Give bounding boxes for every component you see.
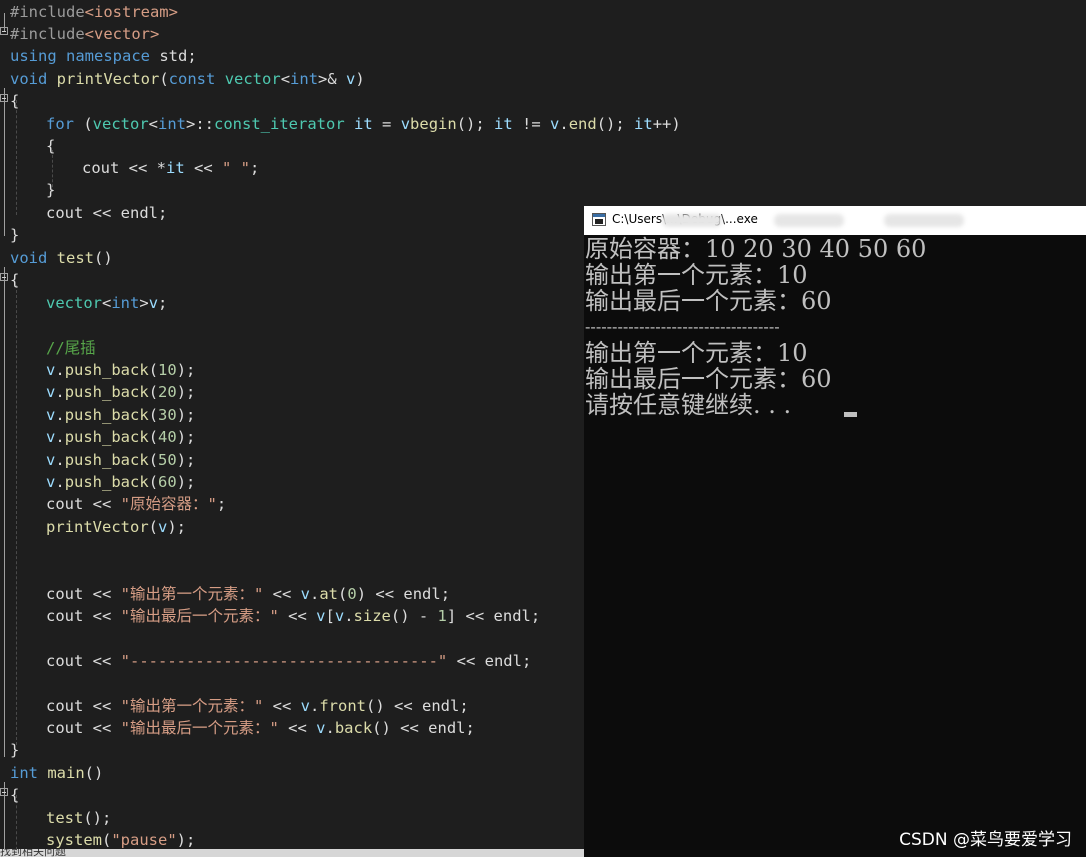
code-line[interactable]: #include<vector> bbox=[0, 23, 159, 45]
code-line[interactable]: { bbox=[0, 784, 37, 806]
code-line[interactable]: cout << "输出第一个元素：" << v.front() << endl; bbox=[0, 695, 469, 717]
code-line[interactable]: cout << endl; bbox=[0, 202, 167, 224]
code-line[interactable]: } bbox=[0, 224, 37, 246]
console-line: 原始容器：10 20 30 40 50 60 bbox=[585, 235, 927, 263]
code-line[interactable]: void printVector(const vector<int>& v) bbox=[0, 68, 365, 102]
console-line: 输出第一个元素：10 bbox=[585, 339, 808, 367]
console-titlebar[interactable]: C:\Users\...\Debug\...exe bbox=[584, 206, 1086, 235]
code-line[interactable]: cout << "输出最后一个元素：" << v.back() << endl; bbox=[0, 717, 475, 739]
code-line[interactable]: vector<int>v; bbox=[0, 292, 167, 314]
console-line: 请按任意键继续. . . bbox=[585, 391, 799, 419]
code-line[interactable]: v.push_back(60); bbox=[0, 471, 195, 493]
code-line[interactable]: for (vector<int>::const_iterator it = vb… bbox=[0, 113, 681, 135]
code-line[interactable]: v.push_back(20); bbox=[0, 381, 195, 403]
status-text: 找到相关问题 bbox=[0, 849, 66, 857]
code-line[interactable]: v.push_back(40); bbox=[0, 426, 195, 448]
console-line: ------------------------------------ bbox=[585, 317, 780, 336]
code-line[interactable]: { bbox=[0, 135, 55, 157]
code-line[interactable]: v.push_back(30); bbox=[0, 404, 195, 426]
code-line[interactable]: cout << "输出最后一个元素：" << v[v.size() - 1] <… bbox=[0, 605, 540, 627]
code-line[interactable]: void test() bbox=[0, 247, 113, 281]
console-line: 输出最后一个元素：60 bbox=[585, 365, 832, 393]
watermark: CSDN @菜鸟要爱学习 bbox=[899, 830, 1072, 850]
code-line[interactable]: test(); bbox=[0, 807, 111, 829]
redaction-blur bbox=[884, 214, 964, 227]
code-line[interactable]: cout << "-------------------------------… bbox=[0, 650, 531, 672]
code-line[interactable]: { bbox=[0, 90, 37, 112]
console-line: 输出最后一个元素：60 bbox=[585, 287, 832, 315]
code-line[interactable]: printVector(v); bbox=[0, 516, 186, 538]
console-window[interactable]: C:\Users\...\Debug\...exe 原始容器：10 20 30 … bbox=[584, 206, 1086, 857]
code-line[interactable]: #include<iostream> bbox=[0, 1, 178, 35]
console-line: 输出第一个元素：10 bbox=[585, 261, 808, 289]
code-line[interactable]: cout << "输出第一个元素：" << v.at(0) << endl; bbox=[0, 583, 450, 605]
code-line[interactable]: { bbox=[0, 269, 37, 291]
code-line[interactable]: cout << "原始容器："; bbox=[0, 493, 226, 515]
code-line[interactable]: //尾插 bbox=[0, 337, 96, 359]
code-line[interactable]: using namespace std; bbox=[0, 45, 197, 67]
redaction-blur bbox=[662, 214, 722, 227]
code-line[interactable]: system("pause"); bbox=[0, 829, 195, 849]
code-line[interactable]: } bbox=[0, 179, 55, 201]
console-app-icon bbox=[592, 213, 606, 226]
code-line[interactable]: } bbox=[0, 739, 37, 761]
console-cursor bbox=[844, 412, 857, 417]
code-line[interactable]: cout << *it << " "; bbox=[0, 157, 259, 179]
code-line[interactable]: int main() bbox=[0, 762, 103, 796]
redaction-blur bbox=[774, 214, 844, 227]
code-line[interactable]: v.push_back(50); bbox=[0, 449, 195, 471]
code-line[interactable]: v.push_back(10); bbox=[0, 359, 195, 381]
